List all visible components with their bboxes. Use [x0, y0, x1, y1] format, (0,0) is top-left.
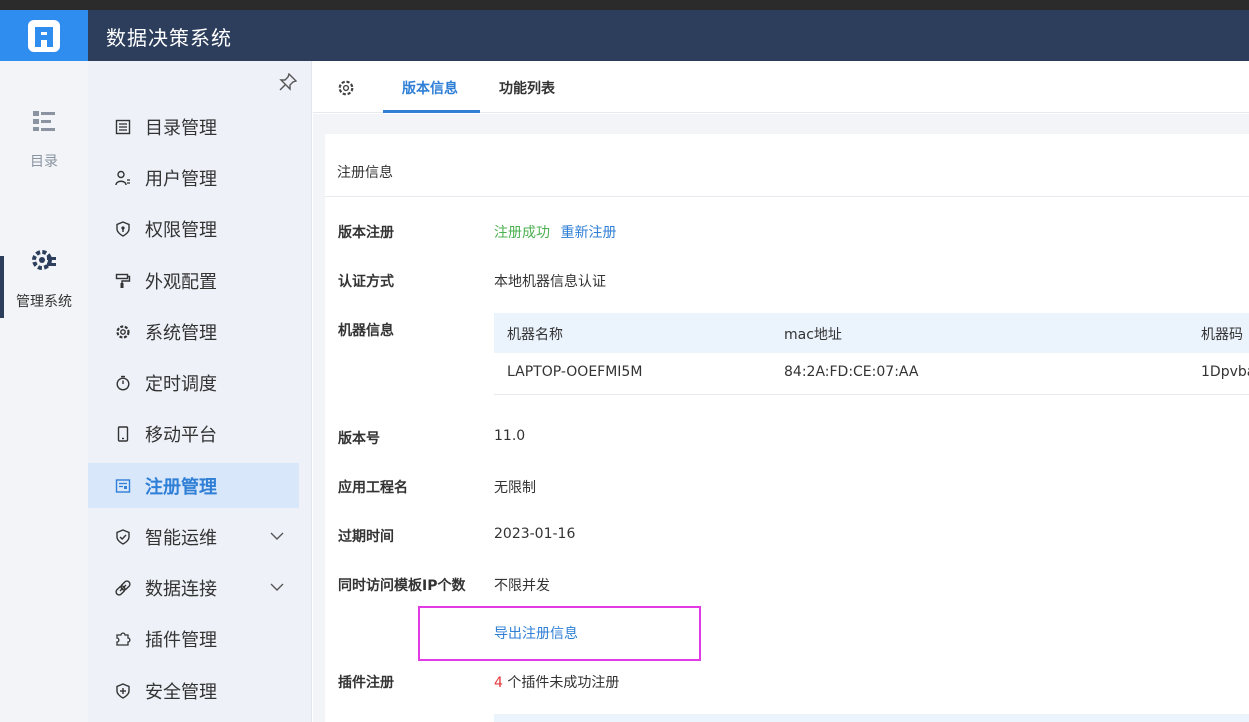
- column-header: 机器码: [1201, 327, 1243, 343]
- sidebar-item-mobile[interactable]: 移动平台: [88, 411, 299, 456]
- sidebar-item-appearance[interactable]: 外观配置: [88, 258, 299, 303]
- sidebar-item-label: 定时调度: [145, 373, 217, 395]
- tab-feature-list[interactable]: 功能列表: [499, 78, 555, 98]
- shield-icon: [114, 220, 132, 238]
- active-tab-underline: [383, 110, 480, 113]
- ops-icon: [114, 528, 132, 546]
- concurrent-value: 不限并发: [494, 578, 550, 594]
- list-icon: [32, 109, 56, 137]
- app-name-label: 应用工程名: [338, 480, 408, 496]
- sidebar-item-label: 智能运维: [145, 527, 217, 549]
- register-icon: [114, 477, 132, 495]
- sidebar-item-schedule[interactable]: 定时调度: [88, 360, 299, 405]
- auth-value: 本地机器信息认证: [494, 274, 606, 290]
- app-name-value: 无限制: [494, 480, 536, 496]
- mac-address-cell: 84:2A:FD:CE:07:AA: [784, 364, 919, 380]
- sidebar-item-permissions[interactable]: 权限管理: [88, 206, 299, 251]
- mobile-icon: [114, 425, 132, 443]
- version-no-label: 版本号: [338, 431, 380, 447]
- security-icon: [114, 682, 132, 700]
- column-header: 机器名称: [507, 327, 563, 343]
- card-title: 注册信息: [337, 165, 393, 181]
- table-header-partial: [494, 714, 1249, 722]
- chevron-down-icon[interactable]: [269, 528, 285, 549]
- reg-status: 注册成功: [494, 225, 550, 241]
- sidebar-item-catalog[interactable]: 目录管理: [88, 104, 299, 149]
- settings-gear-icon[interactable]: [337, 79, 355, 101]
- version-reg-label: 版本注册: [338, 225, 394, 241]
- timer-icon: [114, 374, 132, 392]
- app-logo-icon[interactable]: [0, 10, 88, 61]
- annotation-highlight-box: [418, 606, 701, 661]
- sidebar-item-label: 安全管理: [145, 681, 217, 703]
- divider: [325, 196, 1249, 197]
- gear-icon: [114, 323, 132, 341]
- sidebar-item-label: 数据连接: [145, 578, 217, 600]
- rail-item-catalog[interactable]: 目录: [0, 109, 88, 171]
- plugin-fail-text: 个插件未成功注册: [502, 675, 620, 691]
- catalog-icon: [114, 118, 132, 136]
- nav-rail: 目录 管理系统: [0, 61, 88, 722]
- expire-value: 2023-01-16: [494, 526, 576, 542]
- sidebar-item-label: 插件管理: [145, 629, 217, 651]
- auth-label: 认证方式: [338, 274, 394, 290]
- machine-name-cell: LAPTOP-OOEFMI5M: [507, 364, 643, 380]
- column-header: mac地址: [784, 327, 842, 343]
- content-gray-band: [313, 114, 1249, 134]
- sidebar-item-label: 移动平台: [145, 424, 217, 446]
- paint-roller-icon: [114, 272, 132, 290]
- pin-icon[interactable]: [279, 72, 298, 95]
- sidebar-item-registration[interactable]: 注册管理: [88, 463, 299, 508]
- chevron-down-icon[interactable]: [269, 579, 285, 600]
- sidebar-item-label: 注册管理: [145, 476, 217, 498]
- sidebar-item-system[interactable]: 系统管理: [88, 309, 299, 354]
- version-reg-value: 注册成功 重新注册: [494, 222, 616, 242]
- sidebar-item-label: 外观配置: [145, 271, 217, 293]
- plugin-reg-label: 插件注册: [338, 675, 394, 691]
- rail-item-label: 管理系统: [16, 294, 72, 310]
- app-title: 数据决策系统: [106, 26, 232, 50]
- sidebar-item-security[interactable]: 安全管理: [88, 668, 299, 713]
- sidebar-menu: 目录管理 用户管理 权限管理 外观配置 系统管理 定时调度 移动平台 注册管理 …: [88, 61, 312, 722]
- sidebar-item-label: 权限管理: [145, 219, 217, 241]
- content-gray-gutter: [313, 134, 325, 722]
- user-icon: [114, 169, 132, 187]
- machine-code-cell: 1Dpvba: [1201, 364, 1249, 380]
- rail-item-manage-system[interactable]: 管理系统: [0, 247, 88, 311]
- rail-item-label: 目录: [30, 154, 58, 170]
- tab-version-info[interactable]: 版本信息: [402, 78, 458, 98]
- machine-table: 机器名称 mac地址 机器码 LAPTOP-OOEFMI5M 84:2A:FD:…: [494, 313, 1249, 395]
- re-register-link[interactable]: 重新注册: [560, 225, 616, 241]
- window-top-strip: [0, 0, 1249, 10]
- sidebar-item-ops[interactable]: 智能运维: [88, 514, 299, 559]
- sidebar-item-data-connection[interactable]: 数据连接: [88, 565, 299, 610]
- version-no-value: 11.0: [494, 428, 526, 444]
- sidebar-item-label: 系统管理: [145, 322, 217, 344]
- link-icon: [114, 579, 132, 597]
- expire-label: 过期时间: [338, 529, 394, 545]
- plugin-reg-value: 4 个插件未成功注册: [494, 672, 619, 692]
- sidebar-item-plugins[interactable]: 插件管理: [88, 616, 299, 661]
- tab-bar: 版本信息 功能列表: [313, 61, 1249, 113]
- gear-manage-icon: [31, 247, 57, 277]
- plugin-fail-count: 4: [494, 675, 503, 691]
- table-header: 机器名称 mac地址 机器码: [494, 313, 1249, 353]
- concurrent-label: 同时访问模板IP个数: [338, 578, 466, 594]
- sidebar-item-label: 目录管理: [145, 117, 217, 139]
- sidebar-item-label: 用户管理: [145, 168, 217, 190]
- machine-label: 机器信息: [338, 323, 394, 339]
- top-bar: 数据决策系统: [0, 10, 1249, 61]
- sidebar-item-users[interactable]: 用户管理: [88, 155, 299, 200]
- puzzle-icon: [114, 630, 132, 648]
